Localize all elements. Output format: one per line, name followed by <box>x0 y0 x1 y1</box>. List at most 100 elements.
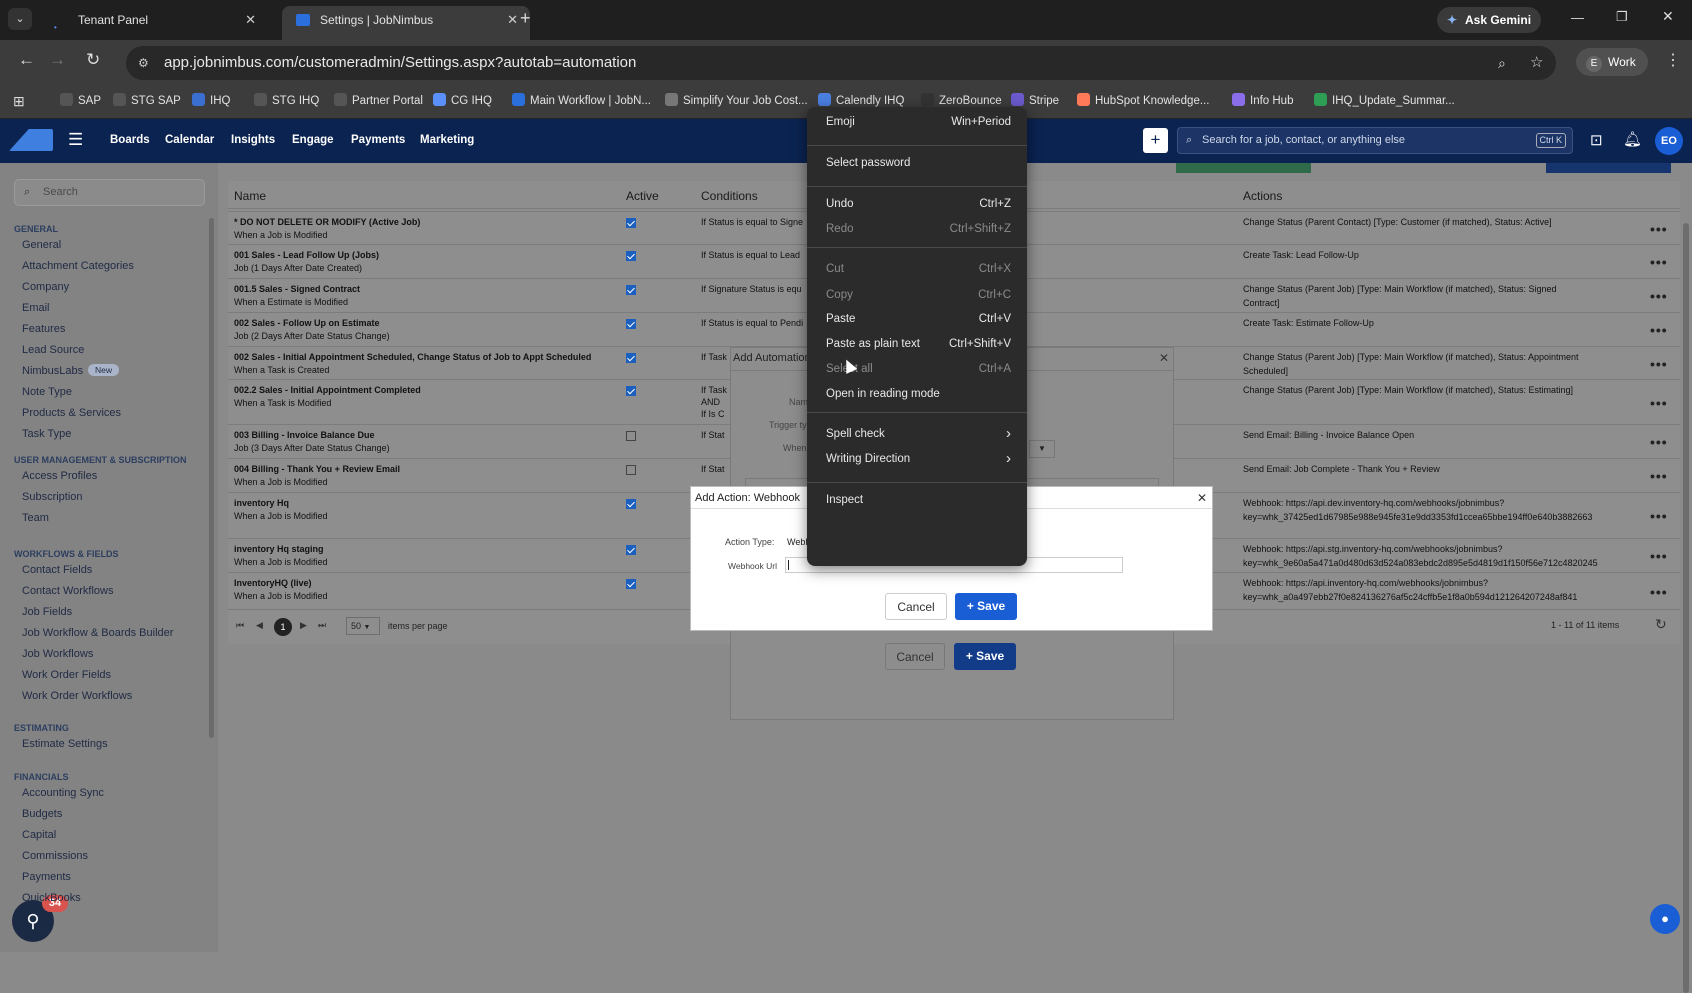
active-checkbox[interactable] <box>626 545 636 555</box>
active-checkbox[interactable] <box>626 353 636 363</box>
automation-name[interactable]: * DO NOT DELETE OR MODIFY (Active Job) <box>234 217 420 227</box>
sidebar-item-contact-fields[interactable]: Contact Fields <box>22 564 92 576</box>
active-checkbox[interactable] <box>626 499 636 509</box>
notifications-bell-icon[interactable]: 🔔︎ <box>1623 130 1642 148</box>
sidebar-item-note-type[interactable]: Note Type <box>22 386 72 398</box>
tab-settings-jobnimbus[interactable]: Settings | JobNimbus ✕ <box>282 6 530 40</box>
sidebar-item-access-profiles[interactable]: Access Profiles <box>22 470 97 482</box>
current-page-button[interactable]: 1 <box>274 618 292 636</box>
bookmark-item[interactable]: Main Workflow | JobN... <box>512 93 651 107</box>
add-automation-button[interactable] <box>1546 163 1671 173</box>
sidebar-item-task-type[interactable]: Task Type <box>22 428 71 440</box>
context-menu-item-open-in-reading-mode[interactable]: Open in reading mode <box>826 388 1011 400</box>
tab-tenant-panel[interactable]: • Tenant Panel ✕ <box>40 6 268 40</box>
automation-name[interactable]: InventoryHQ (live) <box>234 578 312 588</box>
global-search-input[interactable]: ⌕ Search for a job, contact, or anything… <box>1177 127 1573 154</box>
sidebar-item-commissions[interactable]: Commissions <box>22 850 88 862</box>
nav-marketing[interactable]: Marketing <box>420 134 474 146</box>
sidebar-item-general[interactable]: General <box>22 239 61 251</box>
zoom-icon[interactable]: ⌕ <box>1498 46 1506 80</box>
jobnimbus-logo[interactable] <box>9 129 53 151</box>
sidebar-item-accounting-sync[interactable]: Accounting Sync <box>22 787 104 799</box>
sidebar-item-email[interactable]: Email <box>22 302 50 314</box>
context-menu-item-select-password[interactable]: Select password <box>826 157 1011 169</box>
column-header-name[interactable]: Name <box>234 189 266 203</box>
sidebar-item-features[interactable]: Features <box>22 323 65 335</box>
row-menu-icon[interactable]: ••• <box>1650 221 1668 237</box>
sidebar-item-estimate-settings[interactable]: Estimate Settings <box>22 738 108 750</box>
nav-engage[interactable]: Engage <box>292 134 334 146</box>
sidebar-item-lead-source[interactable]: Lead Source <box>22 344 84 356</box>
row-menu-icon[interactable]: ••• <box>1650 254 1668 270</box>
automation-name[interactable]: 004 Billing - Thank You + Review Email <box>234 464 400 474</box>
nav-calendar[interactable]: Calendar <box>165 134 214 146</box>
active-checkbox[interactable] <box>626 431 636 441</box>
bookmark-item[interactable]: Calendly IHQ <box>818 93 904 107</box>
bookmark-item[interactable]: Partner Portal <box>334 93 423 107</box>
row-menu-icon[interactable]: ••• <box>1650 288 1668 304</box>
context-menu-item-spell-check[interactable]: Spell check › <box>826 425 1011 442</box>
bookmark-item[interactable]: Info Hub <box>1232 93 1293 107</box>
active-checkbox[interactable] <box>626 319 636 329</box>
row-menu-icon[interactable]: ••• <box>1650 356 1668 372</box>
sidebar-item-attachment-categories[interactable]: Attachment Categories <box>22 260 134 272</box>
context-menu-item-undo[interactable]: Undo Ctrl+Z <box>826 198 1011 210</box>
first-page-icon[interactable]: ⏮ <box>236 620 244 631</box>
prev-page-icon[interactable]: ◀ <box>256 620 263 631</box>
address-bar[interactable]: ⚙ app.jobnimbus.com/customeradmin/Settin… <box>126 46 1556 80</box>
ask-gemini-button[interactable]: ✦ Ask Gemini <box>1437 7 1541 33</box>
column-header-actions[interactable]: Actions <box>1243 189 1282 203</box>
active-checkbox[interactable] <box>626 285 636 295</box>
when-select[interactable]: ▼ <box>1029 440 1055 458</box>
bookmark-item[interactable]: STG SAP <box>113 93 181 107</box>
active-checkbox[interactable] <box>626 465 636 475</box>
row-menu-icon[interactable]: ••• <box>1650 584 1668 600</box>
automation-name[interactable]: 003 Billing - Invoice Balance Due <box>234 430 375 440</box>
bookmark-item[interactable]: HubSpot Knowledge... <box>1077 93 1209 107</box>
automation-name[interactable]: 002 Sales - Initial Appointment Schedule… <box>234 352 591 362</box>
apps-grid-icon[interactable]: ⊞ <box>13 93 25 110</box>
context-menu-item-paste-as-plain-text[interactable]: Paste as plain text Ctrl+Shift+V <box>826 338 1011 350</box>
quick-add-button[interactable]: + <box>1143 128 1168 153</box>
sidebar-item-company[interactable]: Company <box>22 281 69 293</box>
next-page-icon[interactable]: ▶ <box>300 620 307 631</box>
sidebar-item-quickbooks[interactable]: QuickBooks <box>22 892 81 904</box>
row-menu-icon[interactable]: ••• <box>1650 508 1668 524</box>
tab-search-button[interactable]: ⌄ <box>8 8 32 30</box>
automation-name[interactable]: inventory Hq staging <box>234 544 324 554</box>
nav-payments[interactable]: Payments <box>351 134 405 146</box>
bookmark-item[interactable]: IHQ_Update_Summar... <box>1314 93 1455 107</box>
active-checkbox[interactable] <box>626 579 636 589</box>
browser-menu-icon[interactable]: ⋮ <box>1665 50 1681 70</box>
page-size-select[interactable]: 50 ▼ <box>346 617 380 635</box>
minimize-button[interactable]: — <box>1571 10 1584 25</box>
close-tab-icon[interactable]: ✕ <box>245 6 256 34</box>
hamburger-menu-icon[interactable]: ☰ <box>68 130 83 150</box>
bookmark-star-icon[interactable]: ☆ <box>1530 46 1543 80</box>
context-menu-item-inspect[interactable]: Inspect <box>826 494 1011 506</box>
sidebar-item-job-workflows[interactable]: Job Workflows <box>22 648 93 660</box>
last-page-icon[interactable]: ⏭ <box>318 620 326 631</box>
row-menu-icon[interactable]: ••• <box>1650 434 1668 450</box>
sidebar-item-products-services[interactable]: Products & Services <box>22 407 121 419</box>
sidebar-item-budgets[interactable]: Budgets <box>22 808 62 820</box>
automation-name[interactable]: 002.2 Sales - Initial Appointment Comple… <box>234 385 421 395</box>
automation-name[interactable]: 001 Sales - Lead Follow Up (Jobs) <box>234 250 379 260</box>
new-tab-button[interactable]: + <box>520 8 531 29</box>
sidebar-item-payments[interactable]: Payments <box>22 871 71 883</box>
sidebar-scrollbar[interactable] <box>209 218 214 738</box>
sidebar-item-job-fields[interactable]: Job Fields <box>22 606 72 618</box>
sidebar-item-capital[interactable]: Capital <box>22 829 56 841</box>
automation-name[interactable]: 001.5 Sales - Signed Contract <box>234 284 360 294</box>
automation-name[interactable]: 002 Sales - Follow Up on Estimate <box>234 318 380 328</box>
row-menu-icon[interactable]: ••• <box>1650 468 1668 484</box>
sidebar-search-input[interactable]: ⌕ Search <box>14 179 205 206</box>
bookmark-item[interactable]: IHQ <box>192 93 230 107</box>
active-checkbox[interactable] <box>626 386 636 396</box>
forward-icon[interactable]: → <box>49 50 66 70</box>
webhook-cancel-button[interactable]: Cancel <box>885 593 947 620</box>
user-avatar[interactable]: EO <box>1655 127 1683 155</box>
context-menu-item-writing-direction[interactable]: Writing Direction › <box>826 450 1011 467</box>
sidebar-item-subscription[interactable]: Subscription <box>22 491 83 503</box>
automation-save-button[interactable]: + Save <box>954 643 1016 670</box>
